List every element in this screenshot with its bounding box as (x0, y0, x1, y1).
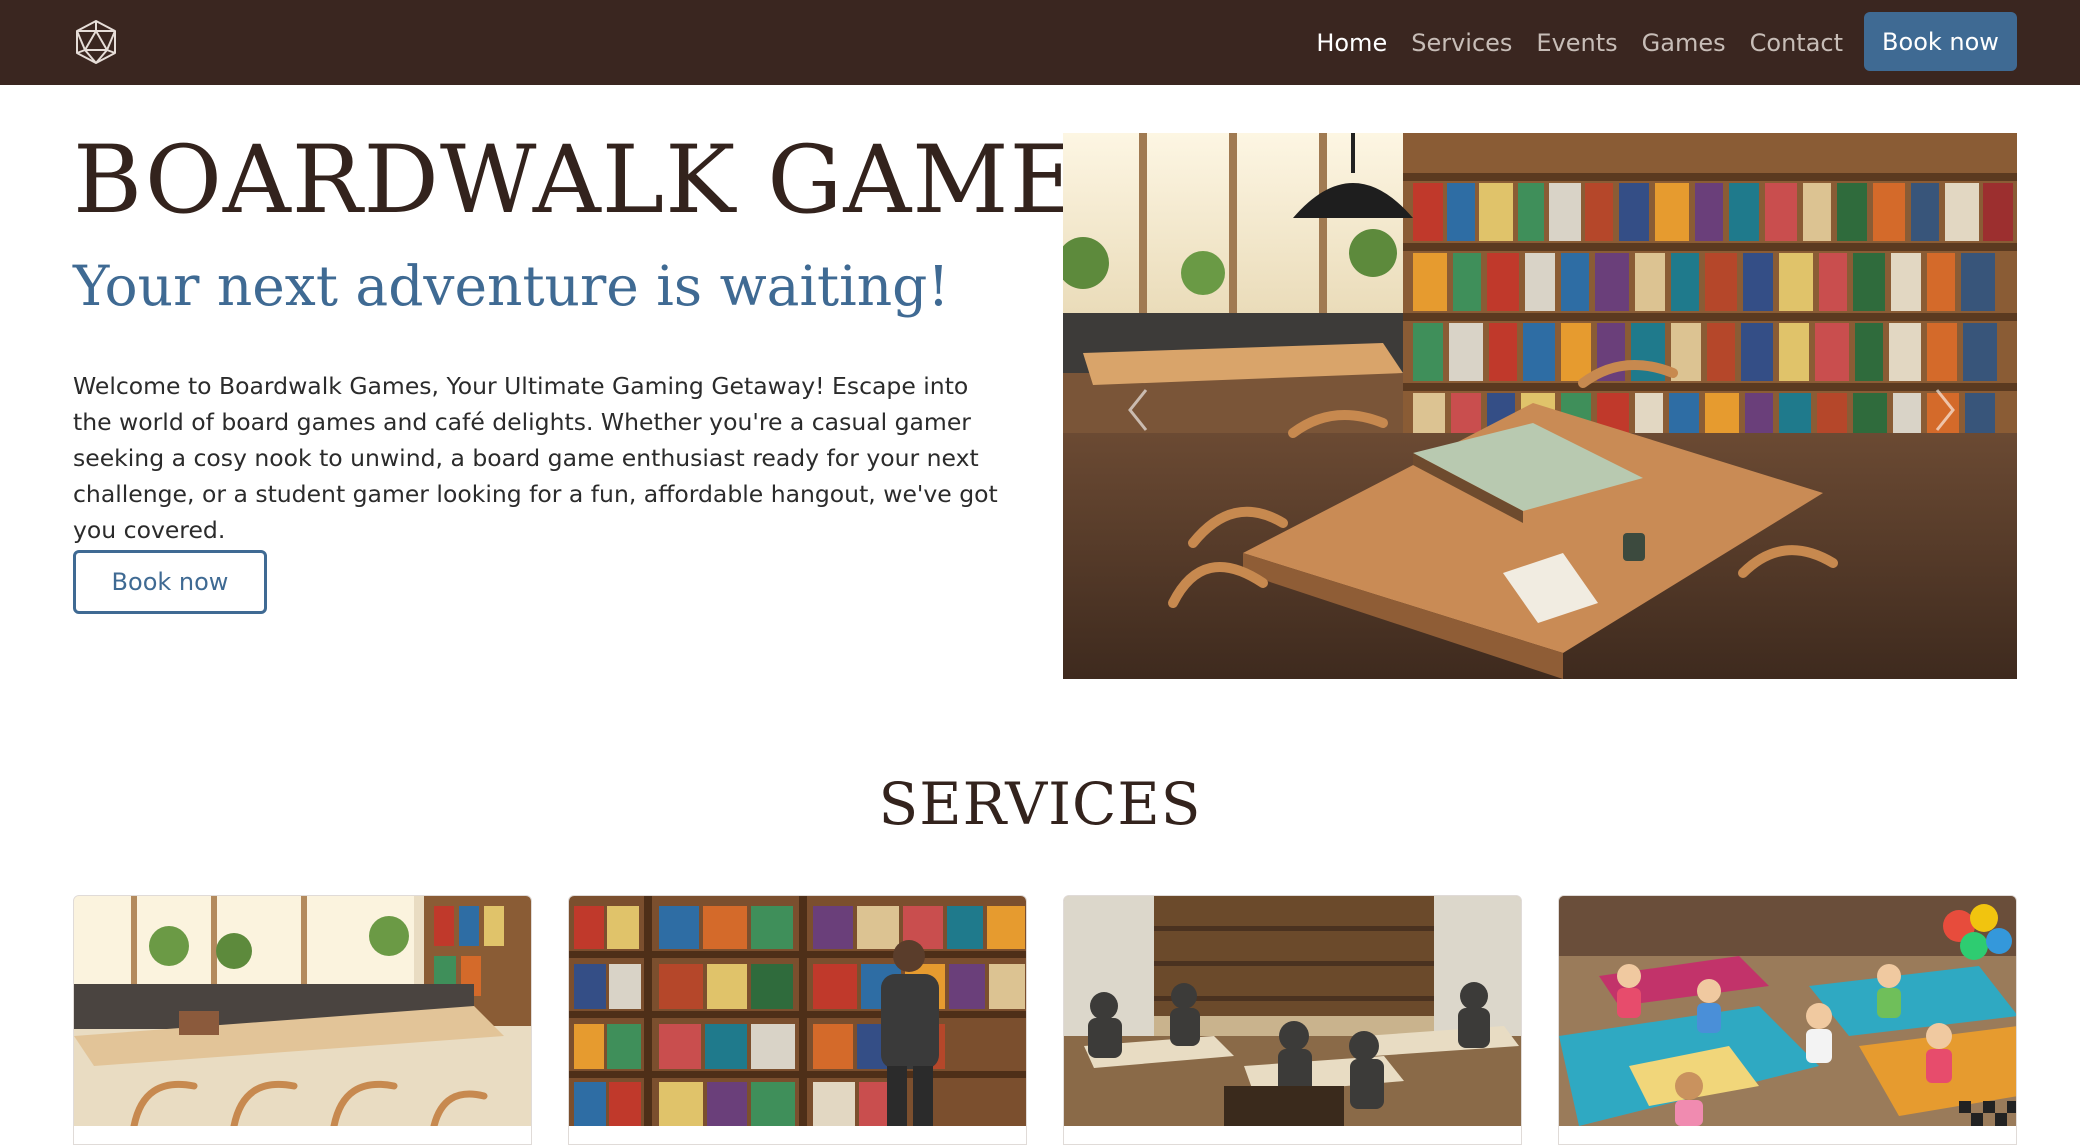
kids-party-photo (1559, 896, 2016, 1126)
d20-dice-icon[interactable] (73, 19, 119, 65)
services-heading: SERVICES (878, 770, 1202, 838)
service-card-3[interactable] (1063, 895, 1522, 1145)
cafe-seating-photo (74, 896, 531, 1126)
service-card-1[interactable] (73, 895, 532, 1145)
chevron-left-icon[interactable] (1118, 380, 1158, 440)
hero-carousel-image (1063, 133, 2017, 679)
hero-book-now-button[interactable]: Book now (73, 550, 267, 614)
nav-links: Home Services Events Games Contact (1316, 0, 1843, 85)
chevron-right-icon[interactable] (1925, 380, 1965, 440)
service-card-2[interactable] (568, 895, 1027, 1145)
nav-link-services[interactable]: Services (1411, 29, 1512, 57)
navbar: Home Services Events Games Contact Book … (0, 0, 2080, 85)
board-game-cafe-photo (1063, 133, 2017, 679)
game-shelves-photo (569, 896, 1026, 1126)
hero-description: Welcome to Boardwalk Games, Your Ultimat… (73, 372, 998, 544)
hero-title: BOARDWALK GAMES (73, 126, 1145, 235)
nav-book-now-button[interactable]: Book now (1864, 12, 2017, 71)
nav-link-games[interactable]: Games (1642, 29, 1726, 57)
service-card-4[interactable] (1558, 895, 2017, 1145)
hero-subtitle: Your next adventure is waiting! (73, 254, 950, 318)
nav-link-home[interactable]: Home (1316, 29, 1387, 57)
chess-tournament-photo (1064, 896, 1521, 1126)
nav-link-events[interactable]: Events (1536, 29, 1617, 57)
nav-link-contact[interactable]: Contact (1750, 29, 1843, 57)
